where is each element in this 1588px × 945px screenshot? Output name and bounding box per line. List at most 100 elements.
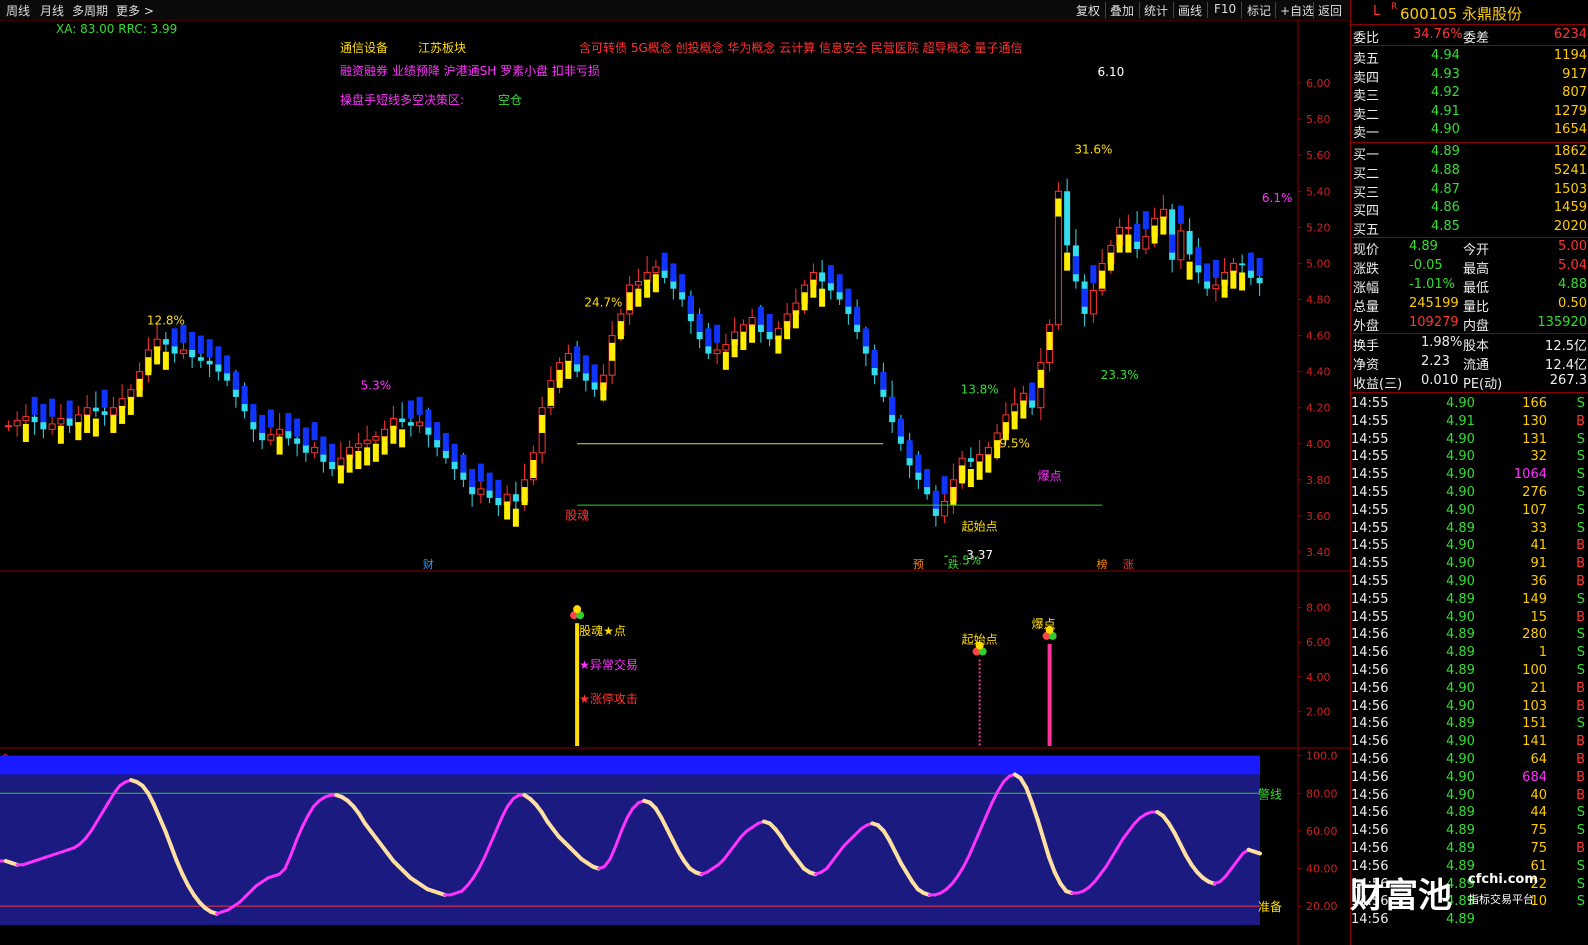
y-tick-label: 2.00 [1306,705,1331,718]
toolbar-add-watchlist[interactable]: +自选 [1280,2,1314,19]
tick-side: S [1576,894,1585,910]
bid-row: 买二 4.88 5241 [1351,162,1588,182]
ask-price: 4.91 [1431,103,1460,119]
toolbar-multi-period[interactable]: 多周期 [72,2,108,19]
trend-up-block [950,487,957,506]
trend-down-block [442,432,449,451]
tick-price: 4.90 [1446,609,1475,625]
trend-up-block [644,279,651,298]
toolbar-overlay[interactable]: 叠加 [1110,2,1134,19]
toolbar-back[interactable]: 返回 [1318,2,1342,19]
tick-side: B [1576,413,1585,429]
stock-flag: L [1373,4,1381,19]
trend-up-block [967,469,974,488]
trend-down-block [1169,234,1176,253]
bid-row: 买五 4.85 2020 [1351,218,1588,238]
trend-down-block [416,396,423,415]
trend-down-block [906,440,913,459]
trend-down-block [285,413,292,432]
stock-code-name[interactable]: 600105 永鼎股份 [1400,3,1522,24]
stat-value: -1.01% [1409,277,1455,292]
trend-down-block [101,389,108,408]
trend-up-block [547,387,554,406]
tick-price: 4.90 [1446,467,1475,483]
trend-down-block [434,422,441,441]
y-tick-label: 5.00 [1306,257,1331,270]
trend-up-block [512,508,519,527]
tick-price: 4.90 [1446,556,1475,572]
stat-value: 5.04 [1558,258,1587,273]
y-tick-label: 40.00 [1306,863,1338,876]
stock-flag-sup: R [1391,2,1398,12]
toolbar-f10[interactable]: F10 [1214,2,1236,16]
trend-up-block [722,351,729,370]
tick-side: S [1576,663,1585,678]
trend-up-block [136,378,143,397]
toolbar-draw[interactable]: 画线 [1178,2,1202,19]
tick-row: 14:55 4.90 107 S [1351,502,1588,520]
tick-price: 4.89 [1446,841,1475,856]
toolbar-separator [1173,2,1174,18]
watermark-logo: 财富池 [1350,876,1452,916]
trend-up-block [1160,216,1167,235]
toolbar-adjust[interactable]: 复权 [1076,2,1100,19]
tick-time: 14:56 [1351,627,1389,643]
candle-body [1256,277,1263,284]
tick-volume: 151 [1522,716,1547,732]
tick-side: B [1576,538,1585,554]
tick-side: B [1576,698,1585,714]
stat-label: 涨幅 [1353,281,1380,296]
stat-row: 现价 4.89 今开 5.00 [1351,238,1588,258]
toolbar-stats[interactable]: 统计 [1144,2,1168,19]
ask-price: 4.92 [1431,85,1460,101]
tick-time: 14:55 [1351,467,1389,483]
tick-price: 4.90 [1446,485,1475,500]
toolbar-monthly[interactable]: 月线 [40,2,64,19]
candle-body [31,416,38,423]
stat-row: 涨幅 -1.01% 最低 4.88 [1351,276,1588,296]
tick-time: 14:56 [1351,787,1389,803]
stock-chart[interactable]: 6.00 5.80 5.60 5.40 5.20 5.00 4.80 4.60 4.40 4.20… [0,20,1350,945]
toolbar-weekly[interactable]: 周线 [6,2,30,19]
event-marker: 预 [913,558,924,571]
tick-volume: 21 [1530,680,1547,696]
trend-up-block [22,423,29,442]
tick-row: 14:55 4.90 166 S [1351,395,1588,413]
price-annotation: 起始点 [962,519,998,533]
toolbar-mark[interactable]: 标记 [1247,2,1271,19]
toolbar-more[interactable]: 更多 > [116,2,154,19]
candle-body [1064,191,1071,246]
watermark-url: cfchi.com [1468,872,1538,887]
tick-time: 14:55 [1351,485,1389,500]
candle-body [363,439,371,445]
candles [4,178,1263,527]
trend-up-block [1221,279,1228,298]
candle-body [634,280,642,286]
price-annotation: 12.8% [147,314,185,328]
signal-dot [573,605,582,614]
tick-price: 4.90 [1446,502,1475,518]
tick-row: 14:56 4.89 44 S [1351,804,1588,822]
y-tick-label: 6.00 [1306,77,1331,90]
tick-volume: 149 [1522,591,1547,607]
candle-body [1142,235,1150,250]
tick-time: 14:55 [1351,431,1389,447]
stat-value: -0.05 [1409,258,1443,273]
tick-time: 14:55 [1351,449,1389,465]
ask-row: 卖一 4.90 1654 [1351,121,1588,141]
tick-price: 4.90 [1446,574,1475,589]
stat-value: 1.98% [1421,335,1463,350]
stat-row: 换手 1.98% 股本 12.5亿 [1351,334,1588,354]
tick-side: B [1576,752,1585,767]
candle-body [179,349,187,355]
bid-price: 4.85 [1431,219,1460,235]
trend-down-block [1134,223,1141,242]
stat-value: 135920 [1537,315,1587,330]
y-tick-label: 4.00 [1306,438,1331,451]
trend-down-block [189,331,196,350]
tick-time: 14:56 [1351,841,1389,856]
tick-time: 14:56 [1351,823,1389,839]
toolbar-separator [1275,2,1276,18]
candle-body [976,454,984,463]
candle-body [22,416,30,421]
